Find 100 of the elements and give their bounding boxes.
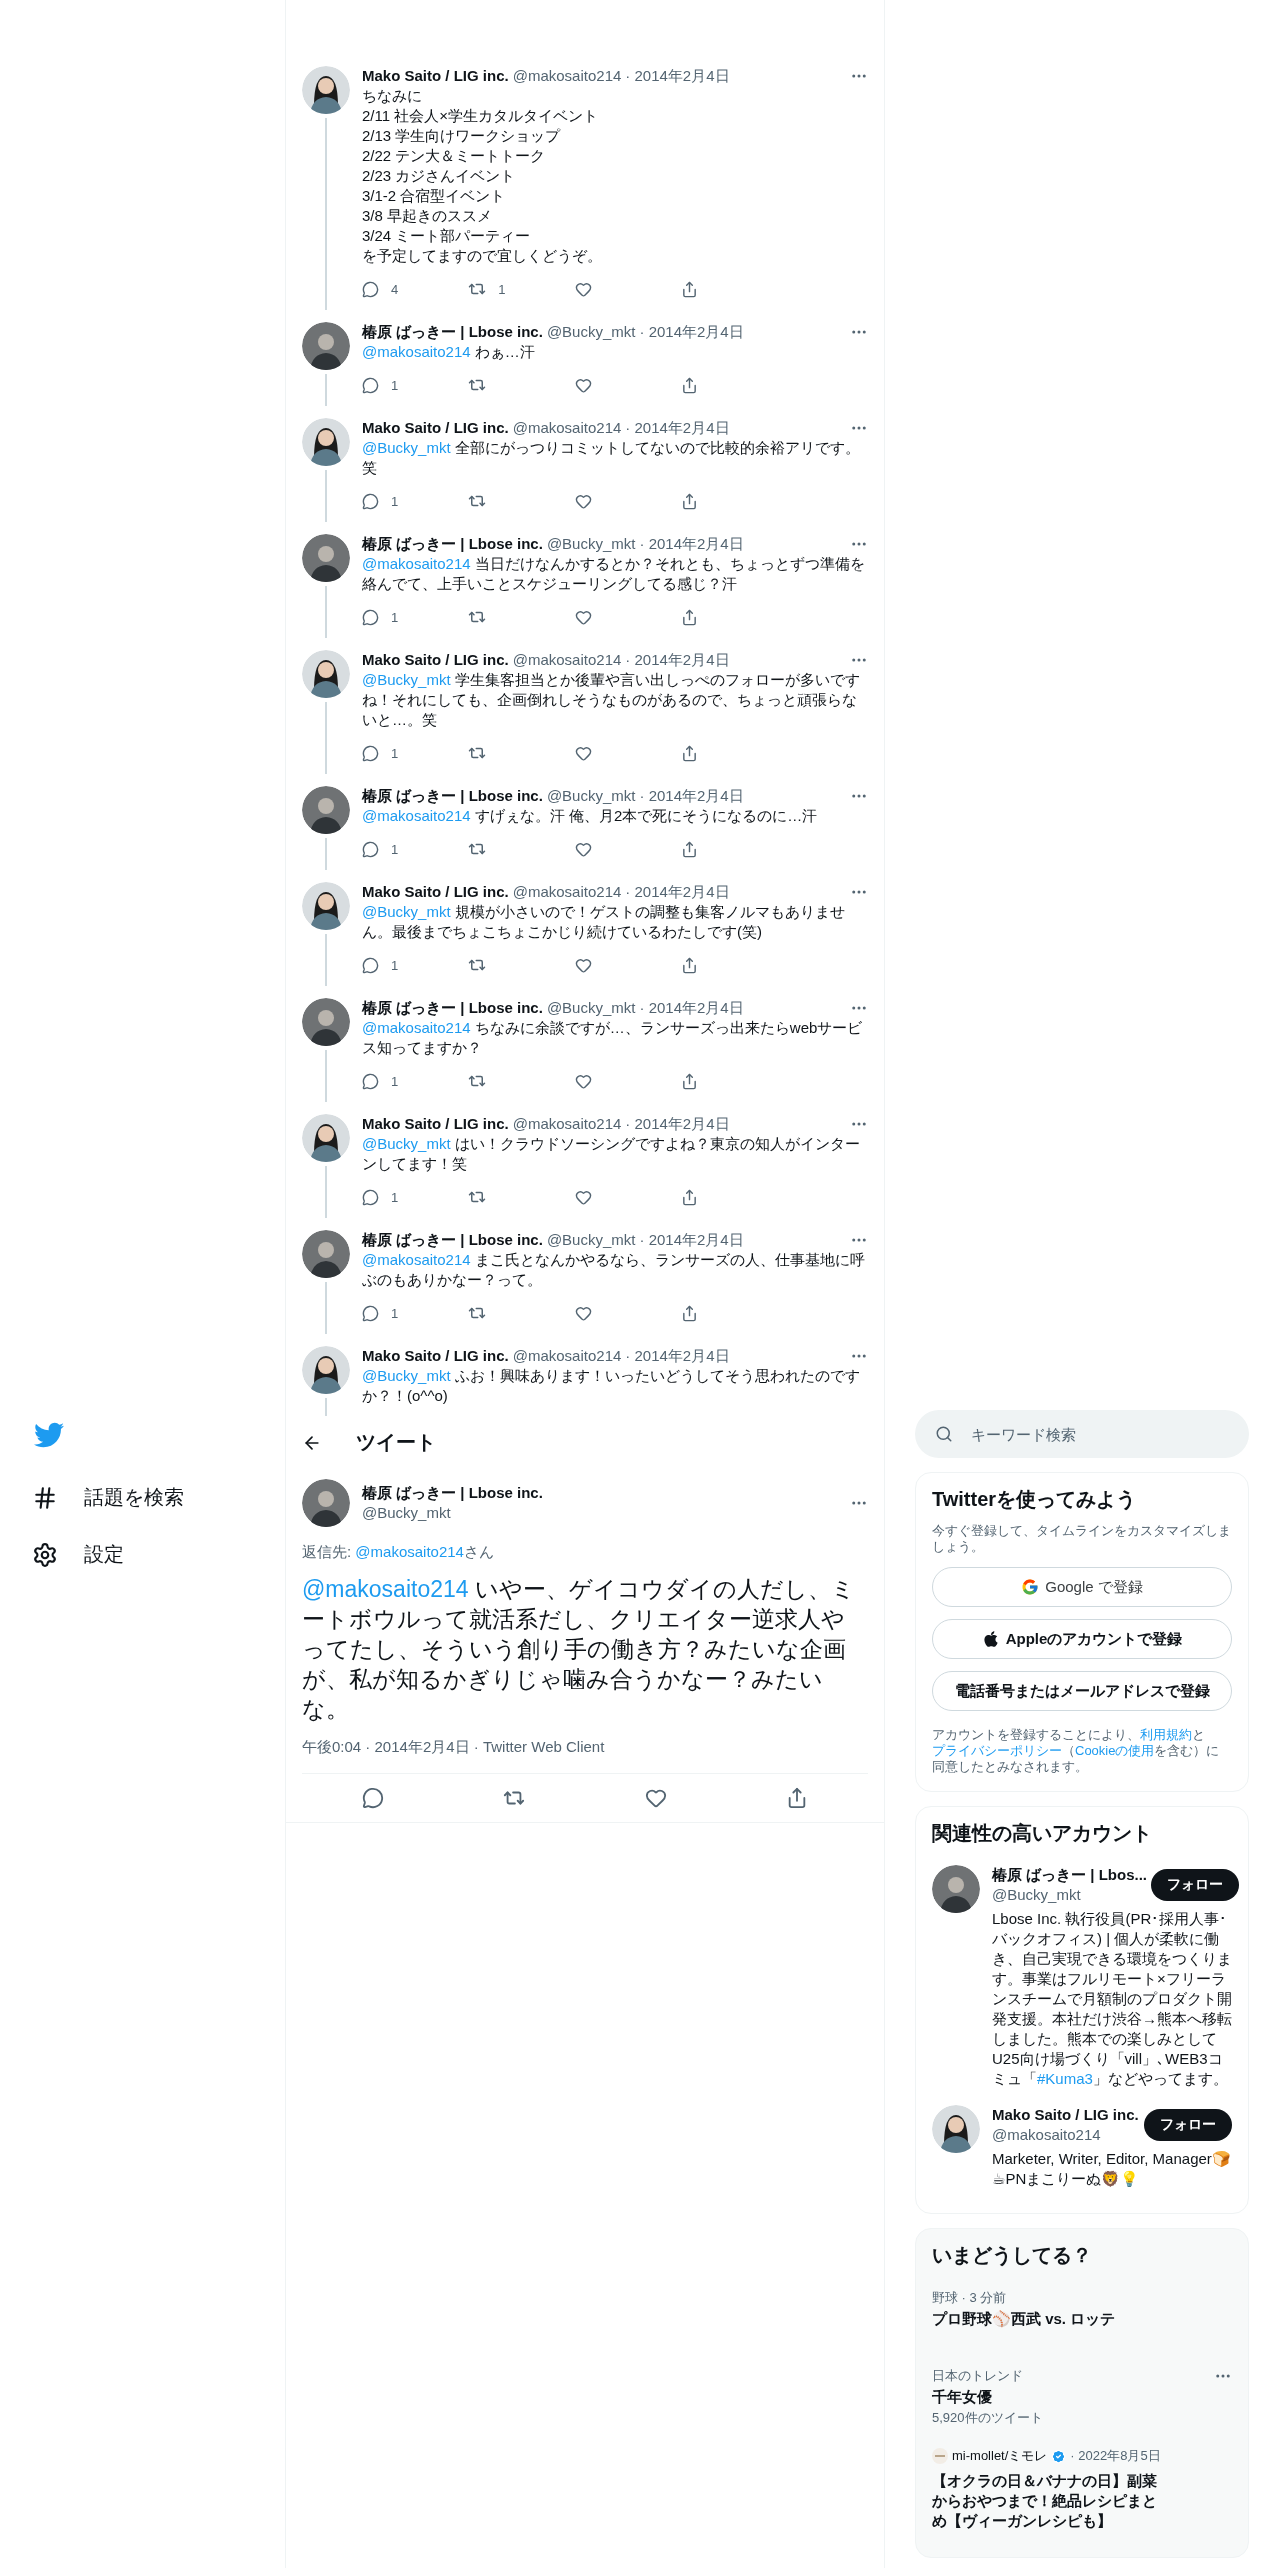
follow-button[interactable]: フォロー [1151,1869,1240,1901]
profile-bio: Lbose Inc. 執行役員(PR･採用人事･バックオフィス) | 個人が柔軟に働き、自己実現できる環境をつくります。事業はフルリモート×フリーランスチームで月額制のプロダクト開発支援。本社だけ渋谷→熊本へ移転しました。熊本での楽しみとしてU25向け場づくり「vill」､WEB3コミュ「#Kuma3」などやってます。 [992,1909,1232,2089]
share-icon [680,840,698,858]
author-name[interactable]: Mako Saito / LIG inc. [362,1346,509,1366]
trend-title[interactable]: 千年女優 [932,2387,1232,2407]
avatar[interactable] [302,534,350,582]
card-subtitle: 今すぐ登録して、タイムラインをカスタマイズしましょう。 [932,1523,1232,1555]
avatar[interactable] [932,1865,980,1913]
avatar[interactable] [932,2105,980,2153]
author-name[interactable]: 椿原 ばっきー | Lbose inc. [362,998,543,1018]
author-name[interactable]: Mako Saito / LIG inc. [992,2105,1140,2125]
nav-item[interactable]: 設定 [28,1531,285,1578]
author-name[interactable]: 椿原 ばっきー | Lbos... [992,1865,1148,1885]
tweet-text: @Bucky_mkt 規模が小さいので！ゲストの調整も集客ノルマもありません。最後までちょこちょこかじり続けているわたしです(笑) [362,902,846,942]
avatar[interactable] [302,1114,350,1162]
link[interactable]: Cookieの使用 [1075,1743,1155,1758]
reply-button[interactable] [361,1787,384,1809]
author-name[interactable]: Mako Saito / LIG inc. [362,1114,509,1134]
search-field[interactable]: キーワード検索 [915,1410,1249,1458]
avatar[interactable] [302,322,350,370]
reply-button[interactable]: 1 [362,376,469,394]
tweet-text: @Bucky_mkt 全部にがっつりコミットしてないので比較的余裕アリです。笑 [362,438,861,478]
tweet-date[interactable]: · 2014年2月4日 [625,1346,730,1366]
avatar[interactable] [302,1479,350,1527]
tweet-date[interactable]: · 2014年2月4日 [625,882,730,902]
twitter-logo-icon[interactable] [34,1420,64,1450]
reply-button[interactable]: 1 [362,956,469,974]
tweet-date[interactable]: · 2014年2月4日 [639,1230,744,1250]
reply-to-text: 返信先: @makosaito214さん [302,1543,495,1562]
tweet-text-line: 2/13 学生向けワークショップ [362,126,562,146]
reply-button[interactable]: 1 [362,1072,469,1090]
tweet-date[interactable]: · 2014年2月4日 [639,534,744,554]
profile-bio: Marketer, Writer, Editor, Manager🍞☕PNまこりーぬ🦁💡 [992,2149,1232,2189]
avatar[interactable] [302,650,350,698]
reply-icon [362,744,379,762]
retweet-button[interactable]: 1 [468,280,575,298]
tweet-date[interactable]: · 2014年2月4日 [625,418,730,438]
avatar[interactable] [302,1230,350,1278]
author-name[interactable]: Mako Saito / LIG inc. [362,66,509,86]
author-name[interactable]: 椿原 ばっきー | Lbose inc. [362,1230,543,1250]
nav-item[interactable]: 話題を検索 [28,1474,285,1521]
author-name[interactable]: 椿原 ばっきー | Lbose inc. [362,786,543,806]
like-button[interactable] [644,1787,667,1809]
avatar[interactable] [302,882,350,930]
signup-button[interactable]: Google で登録 [932,1567,1232,1607]
reply-icon [362,608,379,626]
reply-icon [362,492,379,510]
google-icon [1021,1578,1040,1596]
trend-meta: 日本のトレンド [932,2367,1023,2385]
page-title: ツイート [356,1430,436,1455]
reply-button[interactable]: 1 [362,608,469,626]
avatar[interactable] [302,66,350,114]
tweet-date[interactable]: · 2014年2月4日 [639,322,744,342]
author-name[interactable]: Mako Saito / LIG inc. [362,882,509,902]
share-icon [680,1304,698,1322]
news-title[interactable]: 【オクラの日＆バナナの日】副菜からおやつまで！絶品レシピまとめ【ヴィーガンレシピも】 [932,2471,1162,2531]
share-icon [680,744,698,762]
share-icon [680,608,698,626]
tweet-date[interactable]: · 2014年2月4日 [625,66,730,86]
author-name[interactable]: Mako Saito / LIG inc. [362,418,509,438]
avatar[interactable] [302,786,350,834]
like-icon [574,840,592,858]
tweet-text-line: 2/23 カジさんイベント [362,166,517,186]
author-handle: @Bucky_mkt [362,1503,452,1523]
follow-button[interactable]: フォロー [1144,2109,1232,2141]
reply-button[interactable]: 1 [362,1304,469,1322]
author-handle: @Bucky_mkt [546,534,636,554]
like-icon [574,1072,592,1090]
share-icon [680,280,698,298]
author-name[interactable]: 椿原 ばっきー | Lbose inc. [362,1483,838,1503]
tweet-date[interactable]: · 2014年2月4日 [639,786,744,806]
author-handle: @Bucky_mkt [546,322,636,342]
reply-button[interactable]: 1 [362,744,469,762]
author-name[interactable]: 椿原 ばっきー | Lbose inc. [362,534,543,554]
tweet-text: @makosaito214 すげぇな。汗 俺、月2本で死にそうになるのに…汗 [362,806,819,826]
reply-icon [362,1188,379,1206]
avatar[interactable] [302,998,350,1046]
author-handle: @makosaito214 [512,1114,622,1134]
reply-button[interactable]: 1 [362,492,469,510]
signup-button[interactable]: Appleのアカウントで登録 [932,1619,1232,1659]
tweet-text: @makosaito214 ちなみに余談ですが…、ランサーズっ出来たらwebサービス知ってますか？ [362,1018,864,1058]
reply-button[interactable]: 1 [362,840,469,858]
tweet-text-line: 2/22 テン大＆ミートトーク [362,146,547,166]
avatar[interactable] [302,1346,350,1394]
share-icon [680,1072,698,1090]
card-title: いまどうしてる？ [932,2243,1093,2268]
avatar[interactable] [302,418,350,466]
tweet-date[interactable]: · 2014年2月4日 [625,650,730,670]
signup-button[interactable]: 電話番号またはメールアドレスで登録 [932,1671,1232,1711]
reply-button[interactable]: 1 [362,1188,469,1206]
author-name[interactable]: 椿原 ばっきー | Lbose inc. [362,322,543,342]
tweet-date[interactable]: · 2014年2月4日 [639,998,744,1018]
trend-title[interactable]: プロ野球⚾西武 vs. ロッテ [932,2309,1232,2329]
trend-meta: 野球 · 3 分前 [932,2289,1008,2307]
tweet-count: 5,920件のツイート [932,2409,1044,2427]
hashtag-icon [32,1484,58,1511]
tweet-date[interactable]: · 2014年2月4日 [625,1114,730,1134]
reply-button[interactable]: 4 [362,280,469,298]
reply-icon [362,280,379,298]
author-name[interactable]: Mako Saito / LIG inc. [362,650,509,670]
